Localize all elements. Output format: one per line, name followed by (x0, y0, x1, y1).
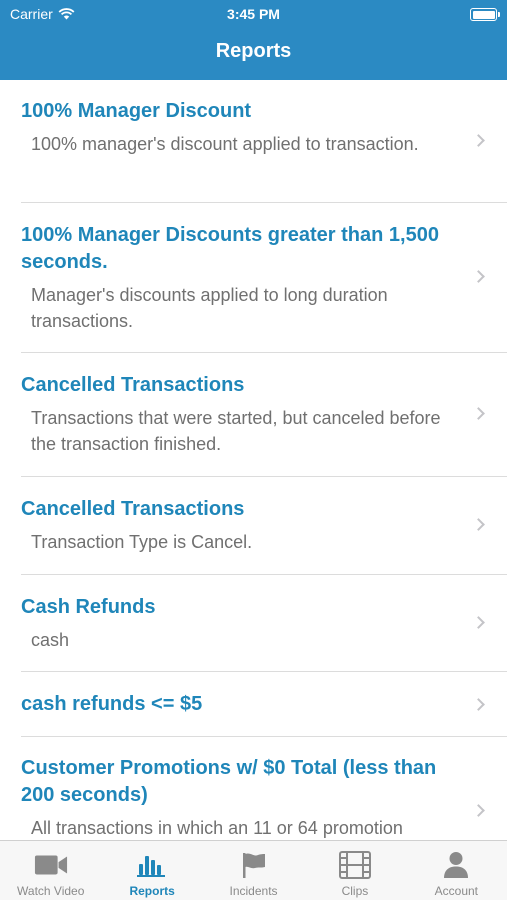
divider (21, 671, 507, 672)
report-description: Manager's discounts applied to long dura… (31, 285, 388, 331)
report-row[interactable]: Cash Refunds cash (0, 594, 507, 653)
divider (21, 736, 507, 737)
report-title: 100% Manager Discounts greater than 1,50… (21, 224, 439, 273)
report-title: Cancelled Transactions (21, 498, 245, 520)
status-bar: Carrier 3:45 PM (0, 0, 507, 28)
report-title: Customer Promotions w/ $0 Total (less th… (21, 757, 437, 806)
report-row[interactable]: Customer Promotions w/ $0 Total (less th… (0, 755, 507, 840)
report-row[interactable]: cash refunds <= $5 (0, 691, 507, 718)
person-icon (439, 850, 473, 880)
report-description: Transactions that were started, but canc… (31, 408, 441, 454)
report-row[interactable]: Cancelled Transactions Transaction Type … (0, 496, 507, 555)
divider (21, 202, 507, 203)
divider (21, 574, 507, 575)
page-title: Reports (215, 40, 292, 62)
header: Carrier 3:45 PM Reports (0, 0, 507, 80)
report-description: All transactions in which an 11 or 64 pr… (31, 818, 403, 838)
tab-label: Account (434, 884, 478, 898)
bar-chart-icon (135, 850, 169, 880)
reports-list[interactable]: 100% Manager Discount 100% manager's dis… (0, 80, 507, 840)
report-title: cash refunds <= $5 (21, 693, 203, 715)
battery-icon (470, 8, 500, 21)
report-description: cash (31, 630, 70, 650)
film-strip-icon (338, 850, 372, 880)
divider (21, 476, 507, 477)
status-time: 3:45 PM (227, 6, 280, 22)
tab-bar: Watch Video Reports Incidents Clips Acco… (0, 840, 507, 900)
tab-label: Watch Video (17, 884, 85, 898)
report-row[interactable]: Cancelled Transactions Transactions that… (0, 372, 507, 457)
report-row[interactable]: 100% Manager Discounts greater than 1,50… (0, 222, 507, 334)
tab-label: Clips (341, 884, 369, 898)
tab-account[interactable]: Account (406, 841, 507, 900)
tab-incidents[interactable]: Incidents (203, 841, 304, 900)
report-title: Cash Refunds (21, 596, 156, 618)
report-row[interactable]: 100% Manager Discount 100% manager's dis… (0, 98, 507, 157)
flag-icon (237, 850, 271, 880)
report-title: Cancelled Transactions (21, 374, 245, 396)
tab-clips[interactable]: Clips (304, 841, 405, 900)
tab-label: Incidents (229, 884, 278, 898)
divider (21, 352, 507, 353)
report-description: Transaction Type is Cancel. (31, 532, 253, 552)
tab-label: Reports (129, 884, 175, 898)
report-title: 100% Manager Discount (21, 100, 252, 122)
tab-watch-video[interactable]: Watch Video (0, 841, 101, 900)
video-camera-icon (34, 850, 68, 880)
tab-reports[interactable]: Reports (101, 841, 202, 900)
report-description: 100% manager's discount applied to trans… (31, 134, 419, 154)
